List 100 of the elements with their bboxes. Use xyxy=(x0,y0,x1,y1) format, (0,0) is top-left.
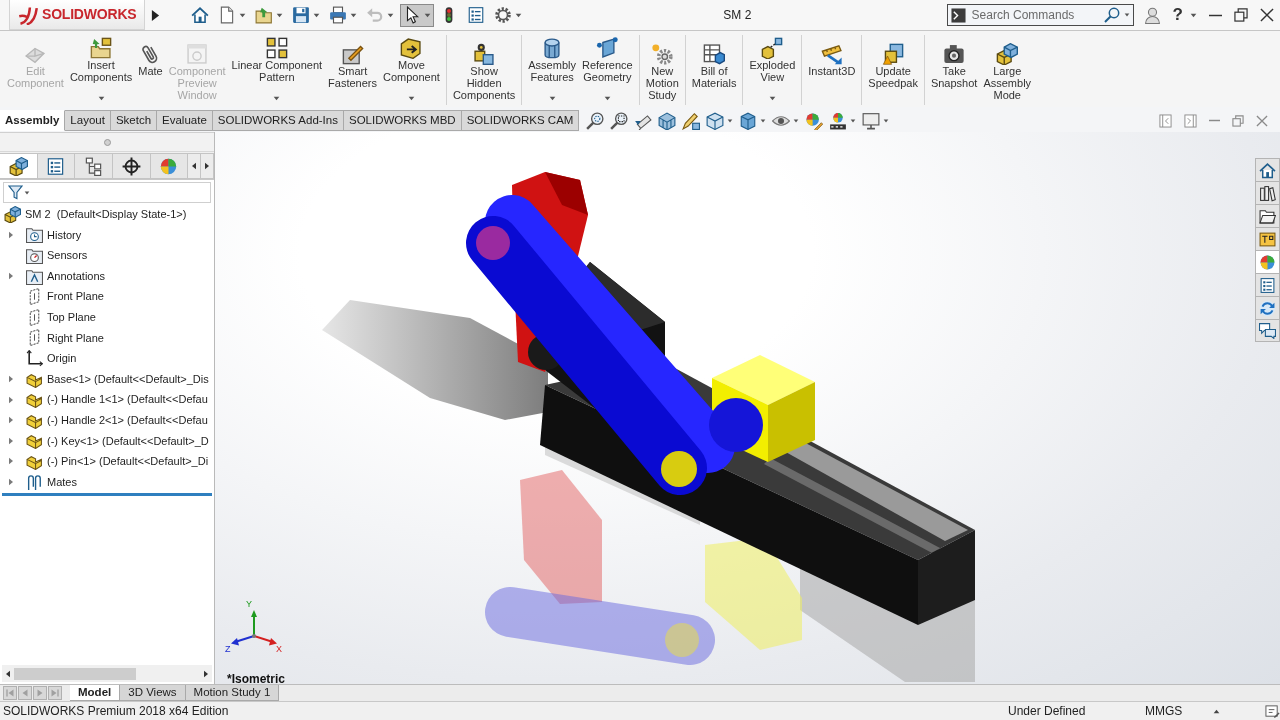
tree-item[interactable]: Front Plane xyxy=(47,288,104,305)
expand-arrow-icon[interactable] xyxy=(8,272,14,281)
tree-item[interactable]: (-) Key<1> (Default<<Default>_D xyxy=(47,432,209,450)
insert-components-button[interactable]: Insert Components xyxy=(66,31,136,105)
caret-down-icon[interactable] xyxy=(1123,13,1130,17)
reference-geometry-button[interactable]: Reference Geometry xyxy=(578,31,636,105)
forum-tab[interactable] xyxy=(1255,319,1280,342)
tree-item[interactable]: Origin xyxy=(47,350,77,367)
triangle-left-icon xyxy=(191,162,198,170)
triangle-right-icon xyxy=(204,162,211,170)
command-tab[interactable]: Sketch xyxy=(110,110,158,131)
expand-arrow-icon[interactable] xyxy=(8,436,14,445)
library-tab[interactable] xyxy=(1255,181,1280,204)
motion-study-button[interactable]: New Motion Study xyxy=(642,31,682,105)
sync-tab[interactable] xyxy=(1255,296,1280,319)
tree-item[interactable]: (-) Handle 2<1> (Default<<Defau xyxy=(47,412,208,429)
instant3d-button[interactable]: Instant3D xyxy=(805,31,859,105)
view-tab[interactable]: Motion Study 1 xyxy=(185,685,280,701)
move-component-button[interactable]: Move Component xyxy=(380,31,443,105)
dimxpert-tab[interactable] xyxy=(112,153,151,179)
scroll-thumb[interactable] xyxy=(14,667,136,680)
user-icon[interactable] xyxy=(1143,6,1161,24)
large-assembly-button[interactable]: Large Assembly Mode xyxy=(980,31,1035,105)
ruler-icon xyxy=(820,43,843,65)
paperclips-icon xyxy=(26,473,43,491)
axis-label: Z xyxy=(225,644,231,654)
expand-arrow-icon[interactable] xyxy=(8,230,14,239)
scroll-left-button[interactable] xyxy=(188,153,202,179)
caret-down-icon xyxy=(97,96,105,101)
help-button[interactable]: ? xyxy=(1172,2,1183,28)
close-icon[interactable] xyxy=(1260,8,1274,22)
tree-item[interactable]: Top Plane xyxy=(47,309,96,326)
display-manager-tab[interactable] xyxy=(150,153,189,179)
property-manager-tab[interactable] xyxy=(37,153,76,179)
command-tab[interactable]: Layout xyxy=(65,110,111,131)
select-button[interactable] xyxy=(400,3,434,27)
part-icon xyxy=(26,432,43,450)
caret-down-icon xyxy=(407,96,415,101)
command-tab[interactable]: SOLIDWORKS CAM xyxy=(461,110,580,131)
speedpak-button[interactable]: Update Speedpak xyxy=(865,31,921,105)
tree-item[interactable]: (-) Pin<1> (Default<<Default>_Di xyxy=(47,453,209,470)
mate-button[interactable]: Mate xyxy=(135,31,166,105)
crosshair-icon xyxy=(121,156,141,176)
configuration-tab[interactable] xyxy=(75,153,113,179)
caret-down-icon[interactable] xyxy=(1190,12,1197,18)
caret-down-icon xyxy=(515,12,522,18)
axis-label: Y xyxy=(246,599,252,609)
tree-item[interactable]: (-) Handle 1<1> (Default<<Defau xyxy=(47,391,208,408)
caret-up-icon[interactable] xyxy=(1213,708,1220,714)
snapshot-button[interactable]: Take Snapshot xyxy=(927,31,981,105)
minimize-icon[interactable] xyxy=(1209,13,1222,17)
assembly-features-button[interactable]: Assembly Features xyxy=(525,31,579,105)
command-tab[interactable]: SOLIDWORKS MBD xyxy=(343,110,462,131)
triangle-right-icon[interactable] xyxy=(203,669,209,678)
tree-item[interactable]: SM 2 (Default<Display State-1>) xyxy=(25,206,187,223)
window-icon xyxy=(186,43,209,65)
restore-icon[interactable] xyxy=(1234,8,1248,22)
bom-button[interactable]: Bill of Materials xyxy=(688,31,740,105)
expand-arrow-icon[interactable] xyxy=(8,416,14,425)
triangle-left-icon[interactable] xyxy=(5,669,11,678)
note-icon[interactable] xyxy=(1265,703,1280,719)
scroll-right-button[interactable] xyxy=(201,153,214,179)
tree-item[interactable]: Mates xyxy=(47,473,77,491)
expand-arrow-icon[interactable] xyxy=(8,395,14,404)
grip-dot-icon[interactable] xyxy=(103,138,111,146)
tree-item[interactable]: Base<1> (Default<<Default>_Dis xyxy=(47,370,209,388)
exploded-parts-icon xyxy=(761,37,784,59)
caret-down-icon[interactable] xyxy=(24,190,30,195)
tree-item[interactable]: Sensors xyxy=(47,247,88,264)
custom-properties-tab[interactable] xyxy=(1255,273,1280,296)
expand-arrow-icon[interactable] xyxy=(8,375,14,384)
view-palette-tab[interactable] xyxy=(1255,227,1280,250)
move-arrow-icon xyxy=(400,37,423,59)
appearances-tab[interactable] xyxy=(1255,250,1280,273)
exploded-view-button[interactable]: Exploded View xyxy=(746,31,799,105)
view-tab[interactable]: Model xyxy=(70,685,121,701)
triangle-right-icon[interactable] xyxy=(151,8,160,22)
expand-arrow-icon[interactable] xyxy=(8,457,14,466)
horizontal-scrollbar[interactable] xyxy=(2,665,212,682)
search-field[interactable]: Search Commands xyxy=(946,4,1134,26)
expand-arrow-icon[interactable] xyxy=(8,478,14,486)
tree-item[interactable]: Right Plane xyxy=(47,329,104,347)
list-icon xyxy=(46,156,66,176)
feature-tree-tab[interactable] xyxy=(0,153,38,179)
explorer-tab[interactable] xyxy=(1255,204,1280,227)
home-tab[interactable] xyxy=(1255,158,1280,181)
search-icon[interactable] xyxy=(1103,7,1120,23)
command-tab[interactable]: Evaluate xyxy=(157,110,213,131)
units-label[interactable]: MMGS xyxy=(1145,702,1213,720)
command-tab[interactable]: SOLIDWORKS Add-Ins xyxy=(212,110,344,131)
show-hidden-button[interactable]: Show Hidden Components xyxy=(449,31,519,105)
view-tab[interactable]: 3D Views xyxy=(120,685,186,701)
funnel-icon[interactable] xyxy=(8,185,23,200)
rollback-bar[interactable] xyxy=(2,493,212,497)
smart-fasteners-button[interactable]: Smart Fasteners xyxy=(325,31,381,105)
command-tab[interactable]: Assembly xyxy=(0,110,66,131)
tree-item[interactable]: History xyxy=(47,226,82,244)
tree-item[interactable]: Annotations xyxy=(47,267,106,285)
linear-pattern-button[interactable]: Linear Component Pattern xyxy=(228,31,326,105)
view-name-label: *Isometric xyxy=(227,671,286,688)
